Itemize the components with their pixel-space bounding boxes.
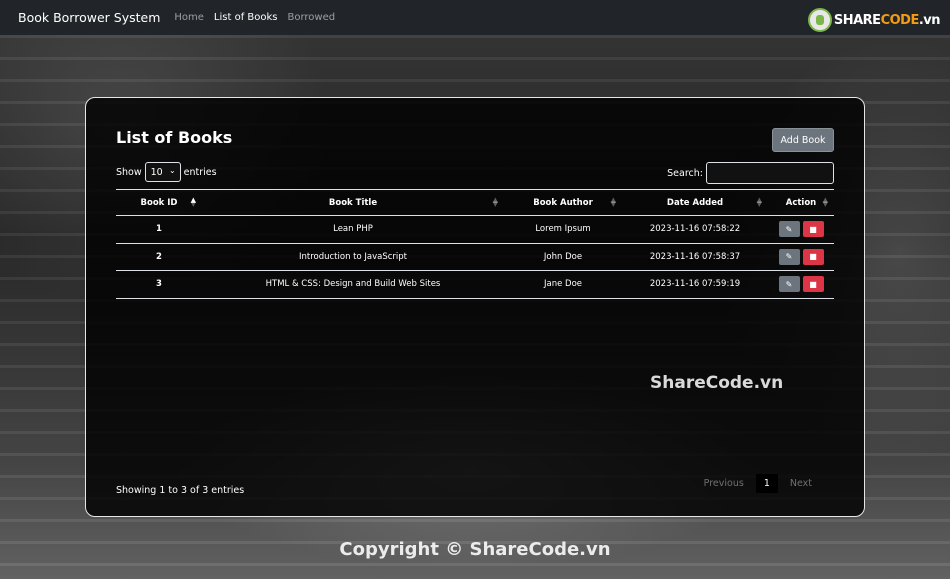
sort-icon: ▲ ▼ [610, 196, 616, 208]
table-row: 1 Lean PHP Lorem Ipsum 2023-11-16 07:58:… [116, 215, 834, 244]
nav-home[interactable]: Home [174, 12, 204, 23]
previous-page-button[interactable]: Previous [692, 478, 756, 489]
page-title: List of Books [116, 128, 233, 147]
cell-book-title: Lean PHP [202, 215, 504, 244]
add-book-button[interactable]: Add Book [772, 128, 834, 152]
cell-date-added: 2023-11-16 07:58:22 [622, 215, 768, 244]
cell-book-author: Jane Doe [504, 270, 622, 299]
cell-date-added: 2023-11-16 07:58:37 [622, 243, 768, 271]
brand[interactable]: Book Borrower System [18, 10, 160, 25]
logo-icon [807, 8, 832, 32]
nav-list-of-books[interactable]: List of Books [214, 12, 278, 23]
table-row: 2 Introduction to JavaScript John Doe 20… [116, 243, 834, 271]
column-header-date-added[interactable]: Date Added ▲ ▼ [622, 189, 768, 216]
books-table: Book ID ▲ ▼ Book Title ▲ ▼ Book Author ▲ ▼ Dat… [116, 189, 834, 299]
cell-action: ✎ ■ [768, 243, 834, 271]
nav-borrowed[interactable]: Borrowed [288, 12, 336, 23]
next-page-button[interactable]: Next [778, 478, 824, 489]
cell-book-author: John Doe [504, 243, 622, 271]
chevron-down-icon: ⌄ [168, 166, 176, 175]
cell-action: ✎ ■ [768, 215, 834, 244]
sort-icon: ▲ ▼ [822, 196, 828, 208]
sort-icon: ▲ ▼ [492, 196, 498, 208]
edit-button[interactable]: ✎ [778, 276, 800, 293]
books-card: List of Books Add Book Show 10 ⌄ entries… [85, 97, 865, 517]
table-row: 3 HTML & CSS: Design and Build Web Sites… [116, 270, 834, 299]
sort-icon: ▲ ▼ [190, 196, 196, 208]
cell-date-added: 2023-11-16 07:59:19 [622, 270, 768, 299]
cell-book-id: 1 [116, 215, 202, 244]
column-header-book-author[interactable]: Book Author ▲ ▼ [504, 189, 622, 216]
cell-action: ✎ ■ [768, 270, 834, 299]
page-size-select[interactable]: 10 ⌄ [144, 162, 181, 182]
trash-icon: ■ [809, 279, 817, 289]
column-header-action[interactable]: Action ▲ ▼ [768, 189, 834, 216]
search-input[interactable] [706, 162, 834, 184]
pencil-icon: ✎ [785, 224, 793, 234]
column-header-book-title[interactable]: Book Title ▲ ▼ [202, 189, 504, 216]
cell-book-title: HTML & CSS: Design and Build Web Sites [202, 270, 504, 299]
sort-icon: ▲ ▼ [756, 196, 762, 208]
trash-icon: ■ [809, 224, 817, 234]
pagination: Previous 1 Next [692, 474, 824, 493]
delete-button[interactable]: ■ [802, 221, 824, 238]
sharecode-logo: SHARECODE.vn [807, 8, 941, 32]
pencil-icon: ✎ [785, 252, 793, 262]
cell-book-author: Lorem Ipsum [504, 215, 622, 244]
edit-button[interactable]: ✎ [778, 221, 800, 238]
edit-button[interactable]: ✎ [778, 248, 800, 265]
cell-book-id: 2 [116, 243, 202, 271]
page-size-control: Show 10 ⌄ entries [116, 162, 217, 182]
delete-button[interactable]: ■ [802, 248, 824, 265]
column-header-book-id[interactable]: Book ID ▲ ▼ [116, 189, 202, 216]
search-control: Search: [667, 162, 834, 184]
cell-book-id: 3 [116, 270, 202, 299]
delete-button[interactable]: ■ [802, 276, 824, 293]
trash-icon: ■ [809, 252, 817, 262]
watermark: ShareCode.vn [650, 373, 784, 393]
pencil-icon: ✎ [785, 279, 793, 289]
table-info: Showing 1 to 3 of 3 entries [116, 485, 245, 496]
cell-book-title: Introduction to JavaScript [202, 243, 504, 271]
navbar: Book Borrower System Home List of Books … [0, 0, 950, 35]
copyright: Copyright © ShareCode.vn [339, 539, 611, 560]
current-page-button[interactable]: 1 [755, 474, 778, 493]
